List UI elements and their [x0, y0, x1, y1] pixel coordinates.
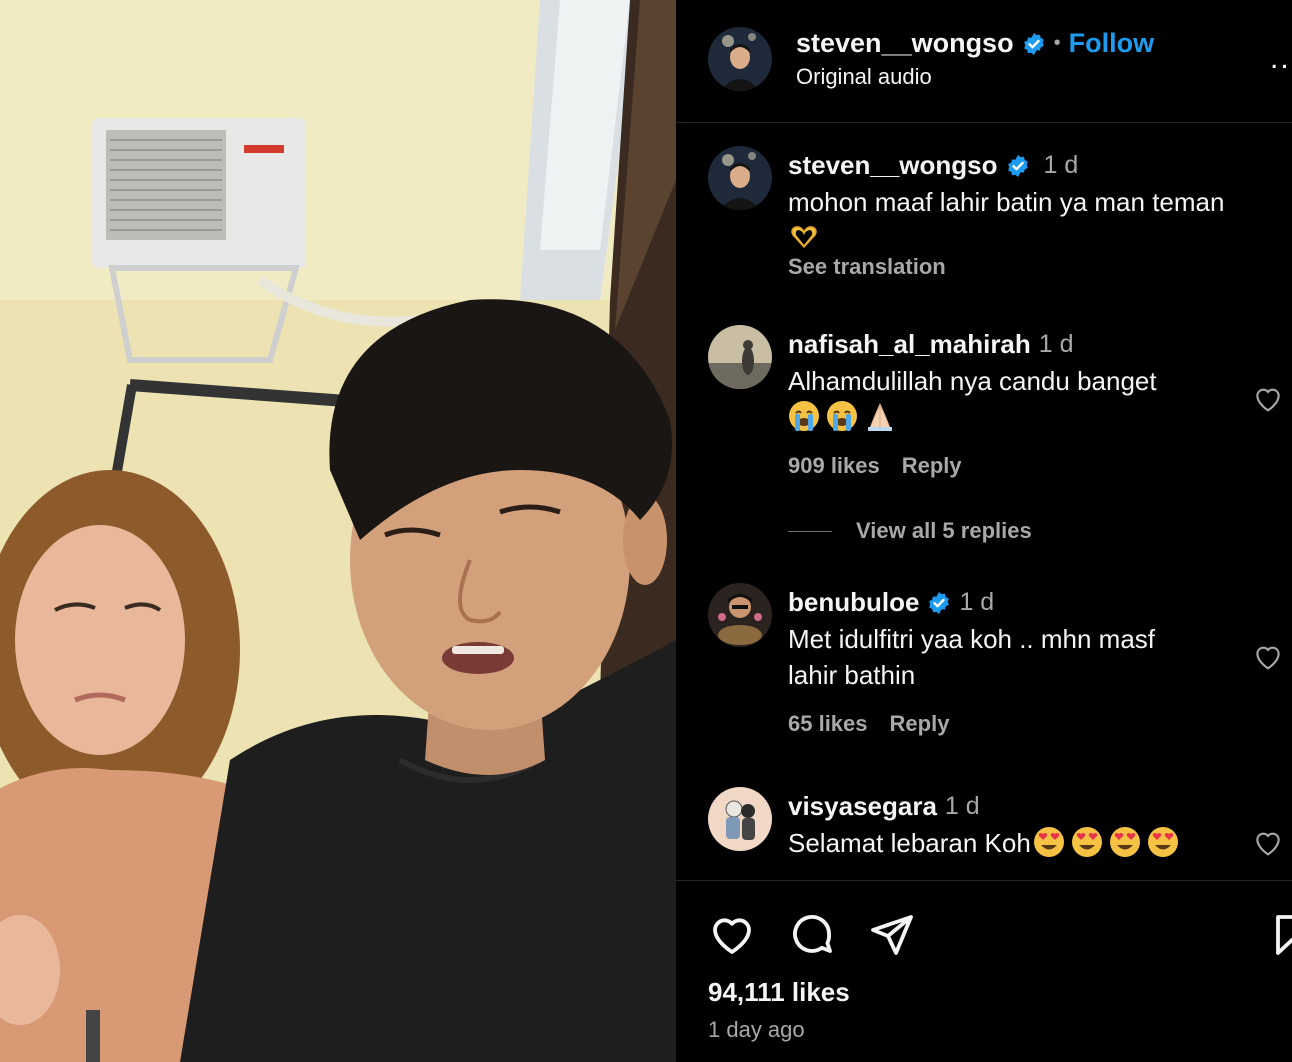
comment-likes[interactable]: 65 likes: [788, 711, 868, 736]
comments-panel: steven__wongso • Follow Original audio .…: [676, 0, 1292, 1062]
comment-text: Alhamdulillah nya candu banget: [788, 363, 1278, 435]
heart-icon[interactable]: [1252, 827, 1284, 859]
comment-username[interactable]: steven__wongso: [788, 150, 998, 181]
post-timestamp[interactable]: 1 day ago: [708, 1017, 805, 1043]
comment-text-content: Alhamdulillah nya candu banget: [788, 366, 1157, 396]
post-header: steven__wongso • Follow Original audio .…: [676, 0, 1292, 123]
see-translation-link[interactable]: See translation: [788, 254, 946, 280]
follow-button[interactable]: Follow: [1069, 28, 1154, 59]
comment-meta: 65 likes Reply: [788, 711, 971, 737]
more-icon[interactable]: ..: [1270, 42, 1291, 76]
comment-header: nafisah_al_mahirah 1 d: [788, 329, 1074, 360]
reply-button[interactable]: Reply: [902, 453, 962, 478]
comment-likes[interactable]: 909 likes: [788, 453, 880, 478]
comment-time[interactable]: 1 d: [945, 792, 980, 821]
comment-meta: 909 likes Reply: [788, 453, 984, 479]
verified-badge-icon: [1007, 154, 1028, 177]
comment-text: Met idulfitri yaa koh .. mhn masf lahir …: [788, 621, 1278, 693]
comment-time[interactable]: 1 d: [959, 588, 994, 617]
comment-text-content: mohon maaf lahir batin ya man teman: [788, 187, 1225, 217]
heart-eyes-emoji: [1071, 827, 1102, 857]
replies-divider-line: [788, 530, 832, 532]
post-media[interactable]: [0, 0, 676, 1062]
video-frame-image: [0, 0, 676, 1062]
comment-text-content: Selamat lebaran Koh: [788, 828, 1031, 858]
comment-text: Selamat lebaran Koh: [788, 825, 1278, 861]
share-icon[interactable]: [868, 911, 916, 959]
like-heart-icon[interactable]: [708, 911, 756, 959]
loudly-crying-face-emoji: [827, 401, 857, 431]
post-likes-count[interactable]: 94,111 likes: [708, 977, 850, 1008]
heart-hands-emoji: [791, 226, 817, 249]
heart-icon[interactable]: [1252, 383, 1284, 415]
comment-text-line: Met idulfitri yaa koh .. mhn masf: [788, 624, 1156, 654]
comment-icon[interactable]: [788, 911, 836, 959]
bookmark-icon[interactable]: [1268, 911, 1292, 959]
commenter-avatar[interactable]: [708, 146, 772, 210]
post-actions-footer: 94,111 likes 1 day ago: [676, 880, 1292, 1062]
loudly-crying-face-emoji: [789, 401, 819, 431]
comment-text: mohon maaf lahir batin ya man teman: [788, 184, 1278, 256]
view-replies-label: View all 5 replies: [856, 518, 1032, 543]
heart-icon[interactable]: [1252, 641, 1284, 673]
comment-time[interactable]: 1 d: [1044, 151, 1079, 180]
comment-time[interactable]: 1 d: [1039, 330, 1074, 359]
reply-button[interactable]: Reply: [890, 711, 950, 736]
view-replies-button[interactable]: View all 5 replies: [788, 518, 1032, 544]
heart-eyes-emoji: [1033, 827, 1064, 857]
separator-dot: •: [1053, 32, 1061, 54]
comment-username[interactable]: nafisah_al_mahirah: [788, 329, 1031, 360]
author-avatar[interactable]: [708, 27, 772, 91]
comment-header: benubuloe 1 d: [788, 587, 994, 618]
verified-badge-icon: [929, 591, 950, 614]
heart-eyes-emoji: [1147, 827, 1178, 857]
commenter-avatar[interactable]: [708, 583, 772, 647]
comment-text-line: lahir bathin: [788, 660, 916, 690]
author-row: steven__wongso • Follow: [796, 28, 1154, 59]
heart-eyes-emoji: [1109, 827, 1140, 857]
comment-username[interactable]: benubuloe: [788, 587, 919, 618]
comment-header: steven__wongso 1 d: [788, 150, 1078, 181]
comment-header: visyasegara 1 d: [788, 791, 980, 822]
commenter-avatar[interactable]: [708, 787, 772, 851]
verified-badge-icon: [1023, 32, 1044, 55]
commenter-avatar[interactable]: [708, 325, 772, 389]
folded-hands-emoji: [868, 403, 892, 431]
comment-username[interactable]: visyasegara: [788, 791, 937, 822]
audio-label[interactable]: Original audio: [796, 64, 932, 90]
author-username[interactable]: steven__wongso: [796, 28, 1014, 59]
